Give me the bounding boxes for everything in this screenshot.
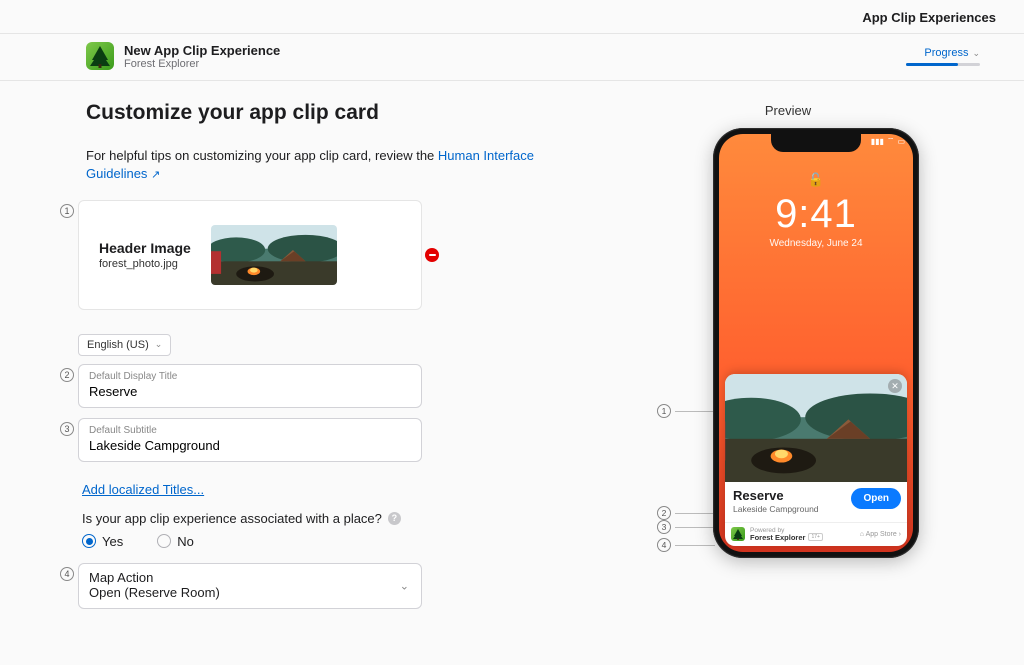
battery-icon: ▭: [897, 137, 905, 146]
header-image-filename: forest_photo.jpg: [99, 258, 191, 270]
header-subtitle: Forest Explorer: [124, 58, 280, 70]
step-marker-4: 4: [60, 567, 74, 581]
preview-label: Preview: [765, 103, 811, 118]
progress-toggle[interactable]: Progress ⌄: [924, 47, 980, 59]
chevron-down-icon: ⌄: [155, 339, 163, 350]
phone-notch: [771, 134, 861, 152]
remove-image-button[interactable]: [425, 248, 439, 262]
section-breadcrumb: App Clip Experiences: [0, 0, 1024, 34]
signal-icon: ▮▮▮: [871, 137, 884, 146]
lock-icon: 🔓: [719, 172, 913, 188]
powered-by: Powered by Forest Explorer17+: [750, 527, 823, 542]
page-title: Customize your app clip card: [86, 101, 550, 125]
close-icon: ✕: [888, 379, 902, 393]
intro-text: For helpful tips on customizing your app…: [86, 147, 550, 184]
step-marker-1: 1: [60, 204, 74, 218]
lock-time: 9:41: [719, 194, 913, 234]
map-action-select[interactable]: Map Action Open (Reserve Room) ⌄: [78, 563, 422, 609]
status-icons: ▮▮▮ ⌔ ▭: [871, 136, 905, 146]
lock-date: Wednesday, June 24: [719, 238, 913, 249]
radio-no[interactable]: No: [157, 534, 194, 549]
clip-card-image: ✕: [725, 374, 907, 482]
app-icon: [86, 42, 114, 70]
header-title: New App Clip Experience: [124, 43, 280, 58]
app-clip-card-preview: ✕ Reserve Lakeside Campground Open: [725, 374, 907, 546]
language-selector[interactable]: English (US) ⌄: [78, 334, 171, 356]
header-image-label: Header Image: [99, 240, 191, 256]
step-marker-3: 3: [60, 422, 74, 436]
step-marker-2: 2: [60, 368, 74, 382]
wifi-icon: ⌔: [887, 136, 895, 146]
display-title-field[interactable]: Default Display Title Reserve: [78, 364, 422, 408]
open-button: Open: [851, 488, 901, 509]
page-header: New App Clip Experience Forest Explorer …: [0, 34, 1024, 81]
mini-app-icon: [731, 527, 745, 541]
phone-preview: ▮▮▮ ⌔ ▭ 🔓 9:41 Wednesday, June 24 ✕: [713, 128, 919, 558]
app-store-link: ⌂ App Store ›: [860, 531, 901, 538]
external-link-icon: ↗: [151, 169, 160, 181]
help-icon[interactable]: ?: [388, 512, 401, 525]
add-localized-titles-link[interactable]: Add localized Titles...: [82, 482, 204, 497]
chevron-down-icon: ⌄: [972, 48, 980, 59]
header-image-thumbnail[interactable]: [211, 225, 337, 285]
place-question: Is your app clip experience associated w…: [82, 511, 550, 526]
chevron-down-icon: ⌄: [400, 579, 409, 592]
radio-yes[interactable]: Yes: [82, 534, 123, 549]
subtitle-field[interactable]: Default Subtitle Lakeside Campground: [78, 418, 422, 462]
progress-bar: [906, 63, 980, 66]
